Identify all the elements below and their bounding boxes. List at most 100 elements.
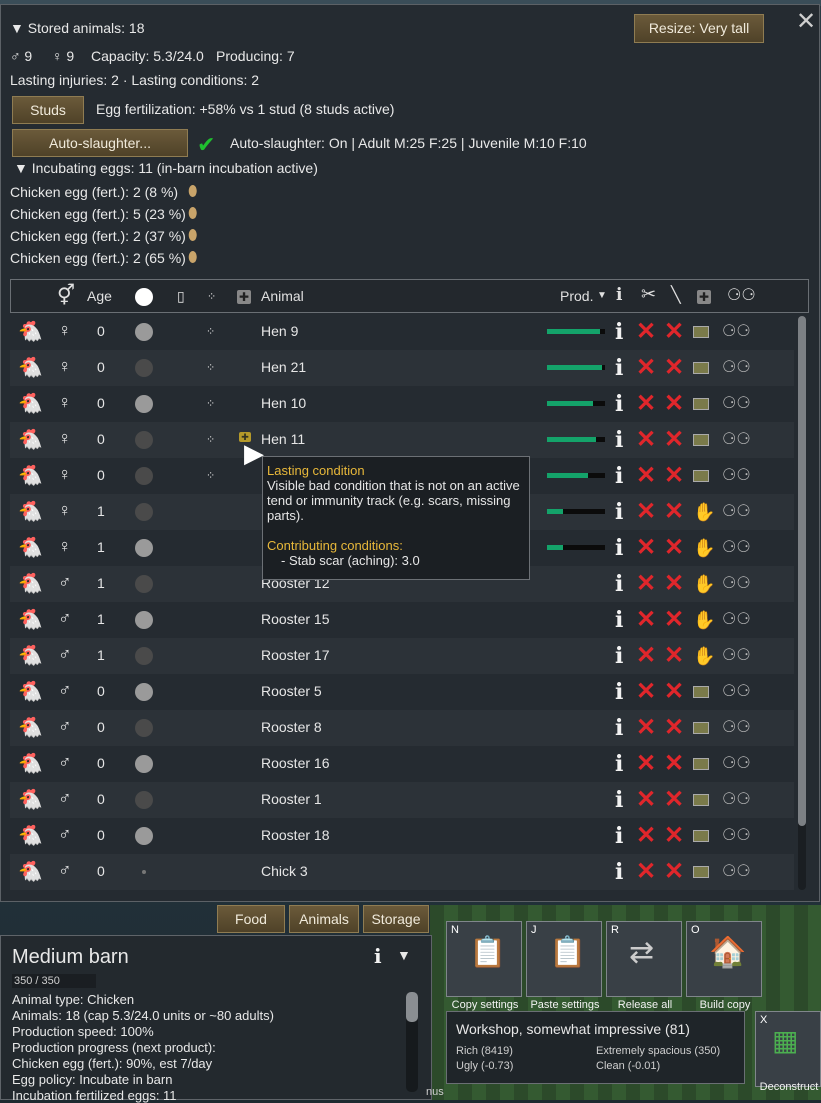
info-icon[interactable]: i bbox=[615, 465, 623, 487]
hand-icon[interactable]: ✋ bbox=[693, 609, 715, 631]
hand-icon[interactable]: ✋ bbox=[693, 645, 715, 667]
slaughter-x-icon[interactable]: ✕ bbox=[636, 572, 656, 596]
animal-name[interactable]: Rooster 16 bbox=[261, 755, 329, 771]
table-row[interactable]: 🐔 ♂ 0 Rooster 16 i ✕ ✕ ⚆⚆ bbox=[10, 746, 794, 782]
binoculars-icon[interactable]: ⚆⚆ bbox=[722, 753, 751, 775]
slaughter-x-icon[interactable]: ✕ bbox=[636, 644, 656, 668]
pregnancy-indicator[interactable] bbox=[135, 791, 153, 809]
animal-name[interactable]: Hen 10 bbox=[261, 395, 306, 411]
table-row[interactable]: 🐔 ♂ 1 Rooster 17 i ✕ ✕ ✋ ⚆⚆ bbox=[10, 638, 794, 674]
tend-icon[interactable] bbox=[693, 722, 709, 734]
pregnancy-indicator[interactable] bbox=[135, 467, 153, 485]
binoculars-icon[interactable]: ⚆⚆ bbox=[722, 465, 751, 487]
info-icon[interactable]: i bbox=[615, 789, 623, 811]
table-row[interactable]: 🐔 ♂ 0 Rooster 8 i ✕ ✕ ⚆⚆ bbox=[10, 710, 794, 746]
pregnancy-indicator[interactable] bbox=[135, 611, 153, 629]
release-x-icon[interactable]: ✕ bbox=[664, 644, 684, 668]
command-copy-settings[interactable]: N 📋 Copy settings bbox=[446, 921, 522, 1011]
tend-icon[interactable] bbox=[693, 686, 709, 698]
slaughter-x-icon[interactable]: ✕ bbox=[636, 464, 656, 488]
binoculars-icon[interactable]: ⚆⚆ bbox=[722, 609, 751, 631]
binoculars-icon[interactable]: ⚆⚆ bbox=[722, 789, 751, 811]
release-x-icon[interactable]: ✕ bbox=[664, 608, 684, 632]
age-header[interactable]: Age bbox=[87, 288, 112, 304]
incubating-toggle[interactable]: ▼ Incubating eggs: 11 (in-barn incubatio… bbox=[14, 160, 318, 176]
slaughter-column-icon[interactable]: ✂ bbox=[641, 284, 656, 305]
release-x-icon[interactable]: ✕ bbox=[664, 752, 684, 776]
gender-icon[interactable]: ⚥ bbox=[57, 283, 75, 308]
pregnancy-indicator[interactable] bbox=[135, 683, 153, 701]
table-row[interactable]: 🐔 ♂ 0 Rooster 18 i ✕ ✕ ⚆⚆ bbox=[10, 818, 794, 854]
pregnancy-indicator[interactable] bbox=[135, 719, 153, 737]
release-x-icon[interactable]: ✕ bbox=[664, 320, 684, 344]
binoculars-icon[interactable]: ⚆⚆ bbox=[722, 537, 751, 559]
release-x-icon[interactable]: ✕ bbox=[664, 428, 684, 452]
release-x-icon[interactable]: ✕ bbox=[664, 464, 684, 488]
release-x-icon[interactable]: ✕ bbox=[664, 572, 684, 596]
slaughter-x-icon[interactable]: ✕ bbox=[636, 536, 656, 560]
tend-icon[interactable] bbox=[693, 362, 709, 374]
table-row[interactable]: 🐔 ♀ 0 ⁘ ✚ Hen 11 i ✕ ✕ ⚆⚆ bbox=[10, 422, 794, 458]
knife-column-icon[interactable]: ╲ bbox=[671, 285, 681, 305]
pregnancy-dot[interactable] bbox=[142, 870, 146, 874]
hand-icon[interactable]: ✋ bbox=[693, 537, 715, 559]
pregnancy-indicator[interactable] bbox=[135, 575, 153, 593]
info-icon[interactable]: i bbox=[615, 501, 623, 523]
tend-icon[interactable] bbox=[693, 326, 709, 338]
animal-name[interactable]: Rooster 17 bbox=[261, 647, 329, 663]
animal-name[interactable]: Rooster 8 bbox=[261, 719, 322, 735]
animal-header[interactable]: Animal bbox=[261, 288, 304, 304]
hand-icon[interactable]: ✋ bbox=[693, 573, 715, 595]
pregnancy-indicator[interactable] bbox=[135, 431, 153, 449]
resize-button[interactable]: Resize: Very tall bbox=[634, 14, 764, 43]
tend-column-icon[interactable]: ✚ bbox=[697, 290, 712, 304]
pregnancy-indicator[interactable] bbox=[135, 359, 153, 377]
tend-icon[interactable] bbox=[693, 398, 709, 410]
command-paste-settings[interactable]: J 📋 Paste settings bbox=[526, 921, 602, 1011]
pregnancy-indicator[interactable] bbox=[135, 503, 153, 521]
prod-header[interactable]: Prod. bbox=[560, 288, 593, 304]
pregnancy-indicator[interactable] bbox=[135, 539, 153, 557]
release-x-icon[interactable]: ✕ bbox=[664, 716, 684, 740]
animal-name[interactable]: Rooster 5 bbox=[261, 683, 322, 699]
slaughter-x-icon[interactable]: ✕ bbox=[636, 320, 656, 344]
animal-name[interactable]: Chick 3 bbox=[261, 863, 308, 879]
collapse-icon[interactable]: ▼ bbox=[397, 947, 411, 963]
scrollbar[interactable] bbox=[798, 316, 806, 890]
table-row[interactable]: 🐔 ♂ 0 Chick 3 i ✕ ✕ ⚆⚆ bbox=[10, 854, 794, 890]
command-deconstruct[interactable]: X ▦ Deconstruct bbox=[755, 1011, 821, 1093]
pregnancy-indicator[interactable] bbox=[135, 827, 153, 845]
command-build-copy[interactable]: O 🏠 Build copy bbox=[686, 921, 762, 1011]
binoculars-icon[interactable]: ⚆⚆ bbox=[722, 393, 751, 415]
slaughter-x-icon[interactable]: ✕ bbox=[636, 608, 656, 632]
studs-button[interactable]: Studs bbox=[12, 96, 84, 124]
tend-icon[interactable] bbox=[693, 794, 709, 806]
bottle-icon[interactable]: ▯ bbox=[177, 288, 185, 305]
info-icon[interactable]: i bbox=[615, 825, 623, 847]
info-icon[interactable]: i bbox=[374, 944, 382, 969]
binoculars-icon[interactable]: ⚆⚆ bbox=[722, 717, 751, 739]
info-icon[interactable]: i bbox=[615, 429, 623, 451]
release-x-icon[interactable]: ✕ bbox=[664, 860, 684, 884]
auto-slaughter-button[interactable]: Auto-slaughter... bbox=[12, 129, 188, 157]
tend-icon[interactable] bbox=[693, 866, 709, 878]
tab-animals[interactable]: Animals bbox=[289, 905, 359, 933]
info-icon[interactable]: i bbox=[615, 609, 623, 631]
slaughter-x-icon[interactable]: ✕ bbox=[636, 356, 656, 380]
animal-name[interactable]: Rooster 18 bbox=[261, 827, 329, 843]
slaughter-x-icon[interactable]: ✕ bbox=[636, 788, 656, 812]
slaughter-x-icon[interactable]: ✕ bbox=[636, 428, 656, 452]
release-x-icon[interactable]: ✕ bbox=[664, 392, 684, 416]
release-x-icon[interactable]: ✕ bbox=[664, 824, 684, 848]
animal-name[interactable]: Rooster 15 bbox=[261, 611, 329, 627]
info-icon[interactable]: i bbox=[615, 393, 623, 415]
close-icon[interactable]: ✕ bbox=[795, 10, 817, 34]
binoculars-icon[interactable]: ⚆⚆ bbox=[722, 501, 751, 523]
eggs-column-icon[interactable]: ⁘ bbox=[207, 290, 216, 303]
info-column-icon[interactable]: i bbox=[616, 285, 622, 305]
info-icon[interactable]: i bbox=[615, 717, 623, 739]
info-icon[interactable]: i bbox=[615, 861, 623, 883]
stored-animals-toggle[interactable]: ▼ Stored animals: 18 bbox=[10, 20, 144, 36]
command-release-all-animals[interactable]: R⇄Release all animals bbox=[606, 921, 682, 1025]
release-x-icon[interactable]: ✕ bbox=[664, 680, 684, 704]
